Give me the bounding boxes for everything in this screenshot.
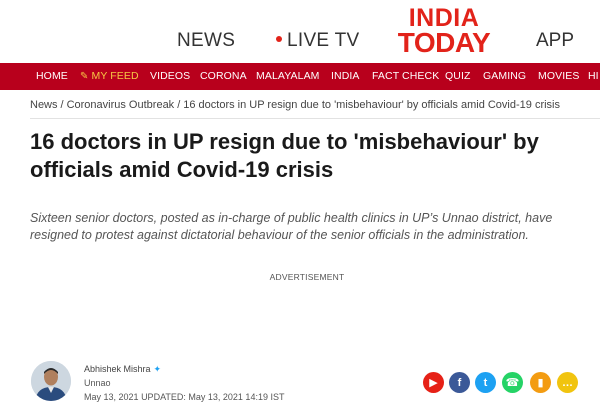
app-link[interactable]: APP <box>536 30 574 52</box>
bookmark-icon: ▮ <box>537 377 544 389</box>
author-name[interactable]: Abhishek Mishra <box>84 364 151 374</box>
author-line: Abhishek Mishra ✦ <box>84 364 161 375</box>
nav-videos[interactable]: VIDEOS <box>150 70 190 82</box>
breadcrumb-coronavirus[interactable]: Coronavirus Outbreak <box>67 99 175 111</box>
breadcrumb-current: 16 doctors in UP resign due to 'misbehav… <box>183 99 560 111</box>
twitter-share-button[interactable]: t <box>475 372 496 393</box>
breadcrumb: News / Coronavirus Outbreak/16 doctors in … <box>30 99 560 111</box>
nav-movies[interactable]: MOVIES <box>538 70 579 82</box>
nav-my-feed-label: MY FEED <box>91 70 139 82</box>
page-title: 16 doctors in UP resign due to 'misbehav… <box>30 129 539 182</box>
news-link[interactable]: NEWS <box>177 30 235 52</box>
advertisement-label: ADVERTISEMENT <box>269 272 345 282</box>
article-summary: Sixteen senior doctors, posted as in-cha… <box>30 211 553 242</box>
logo-line-2: TODAY <box>397 27 491 58</box>
nav-quiz[interactable]: QUIZ <box>445 70 470 82</box>
nav-malayalam[interactable]: MALAYALAM <box>256 70 320 82</box>
twitter-icon: t <box>483 376 488 389</box>
comment-button[interactable]: … <box>557 372 578 393</box>
live-tv-link[interactable]: LIVE TV <box>276 30 360 52</box>
nav-corona[interactable]: CORONA <box>200 70 247 82</box>
divider <box>30 118 600 119</box>
facebook-share-button[interactable]: f <box>449 372 470 393</box>
bookmark-button[interactable]: ▮ <box>530 372 551 393</box>
nav-hindi[interactable]: HI <box>588 70 599 82</box>
nav-fact-check[interactable]: FACT CHECK <box>372 70 439 82</box>
author-location: Unnao <box>84 378 111 388</box>
whatsapp-share-button[interactable]: ☎ <box>502 372 523 393</box>
nav-india[interactable]: INDIA <box>331 70 360 82</box>
published-date: May 13, 2021 <box>84 392 139 402</box>
author-photo-icon <box>31 361 71 401</box>
nav-home[interactable]: HOME <box>36 70 68 82</box>
breadcrumb-news[interactable]: News <box>30 99 58 111</box>
avatar[interactable] <box>31 361 71 401</box>
main-nav-bar: HOME ✎ MY FEED VIDEOS CORONA MALAYALAM IN… <box>0 63 600 90</box>
breadcrumb-separator: / <box>60 99 64 111</box>
top-header: NEWS LIVE TV INDIA TODAY APP <box>0 0 600 62</box>
updated-date: UPDATED: May 13, 2021 14:19 IST <box>141 392 285 402</box>
nav-gaming[interactable]: GAMING <box>483 70 526 82</box>
youtube-share-button[interactable]: ▶ <box>423 372 444 393</box>
comment-icon: … <box>562 376 573 389</box>
breadcrumb-separator: / <box>177 99 181 111</box>
facebook-icon: f <box>457 376 462 389</box>
twitter-bird-icon[interactable]: ✦ <box>154 364 162 375</box>
whatsapp-icon: ☎ <box>505 377 520 389</box>
article-dates: May 13, 2021 UPDATED: May 13, 2021 14:19… <box>84 392 284 402</box>
pencil-icon: ✎ <box>80 71 89 82</box>
live-tv-label: LIVE TV <box>287 30 360 51</box>
nav-my-feed[interactable]: ✎ MY FEED <box>80 70 139 82</box>
live-dot-icon <box>276 35 282 42</box>
india-today-logo[interactable]: INDIA TODAY <box>390 6 498 58</box>
youtube-icon: ▶ <box>429 377 438 389</box>
